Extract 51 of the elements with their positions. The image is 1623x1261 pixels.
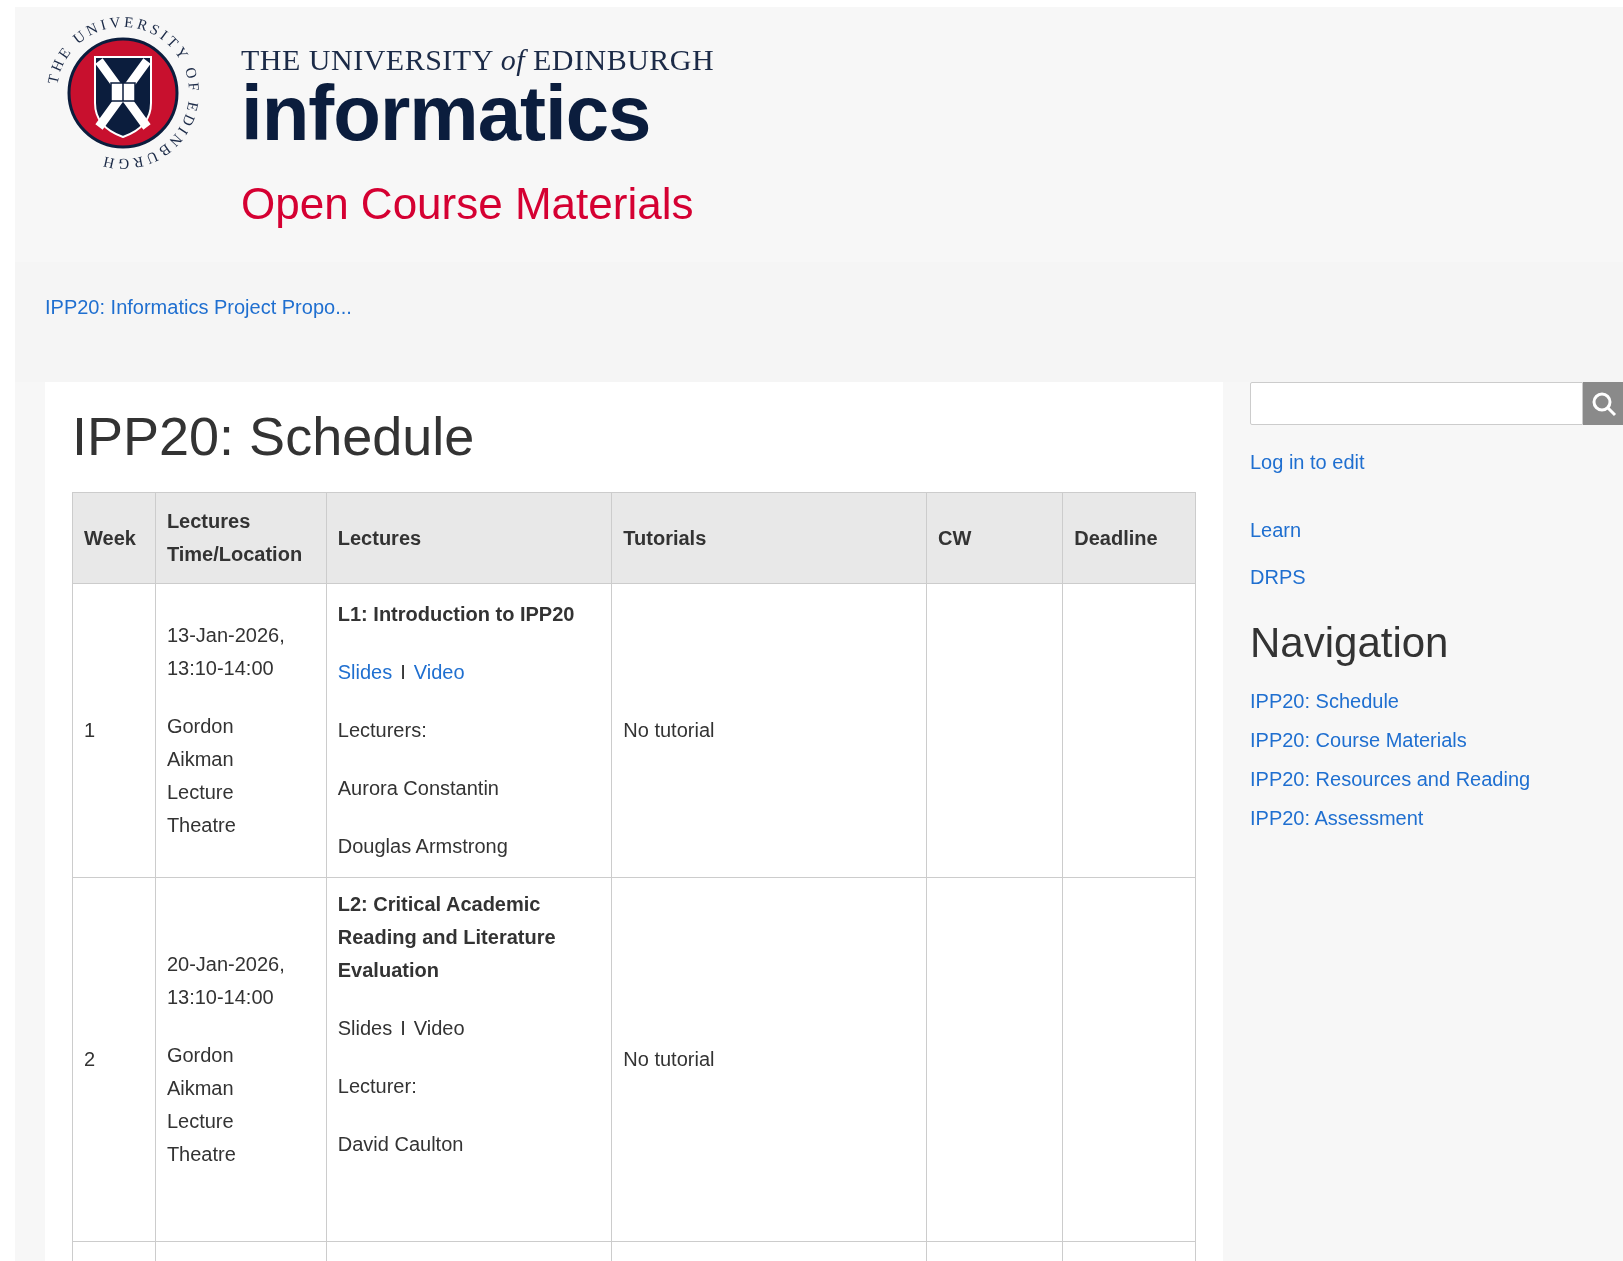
lecture-date: 20-Jan-2026, bbox=[166, 952, 286, 977]
column-header: Deadline bbox=[1062, 492, 1196, 584]
lecture-title: L2: Critical Academic Reading and Literature Evaluation bbox=[337, 892, 557, 983]
resource-label: I bbox=[400, 1016, 406, 1041]
column-header: Lectures bbox=[326, 492, 612, 584]
column-header: Week bbox=[72, 492, 156, 584]
lecture-location: Gordon bbox=[166, 714, 235, 739]
lecture-text: Lecturer: bbox=[337, 1074, 418, 1099]
lecture-location: Gordon bbox=[166, 1043, 235, 1068]
resource-label: I bbox=[400, 660, 406, 685]
lecture-location: Lecture bbox=[166, 1109, 235, 1134]
lecture-title: L1: Introduction to IPP20 bbox=[337, 602, 576, 627]
table-cell: No tutorial bbox=[611, 877, 927, 1242]
lecture-text: Aurora Constantin bbox=[337, 776, 500, 801]
sidebar-link[interactable]: Learn bbox=[1250, 515, 1623, 545]
navigation-link[interactable]: IPP20: Course Materials bbox=[1250, 725, 1623, 755]
sidebar-link[interactable]: DRPS bbox=[1250, 562, 1623, 592]
department-name: informatics bbox=[241, 77, 651, 149]
lecture-text: Douglas Armstrong bbox=[337, 834, 509, 859]
lecture-time: 13:10-14:00 bbox=[166, 656, 275, 681]
table-cell: 2 bbox=[72, 877, 156, 1242]
university-name: THE UNIVERSITY of EDINBURGH bbox=[241, 43, 715, 77]
lecture-date: 13-Jan-2026, bbox=[166, 623, 286, 648]
lecture-location: Lecture bbox=[166, 780, 235, 805]
lecture-location: Theatre bbox=[166, 813, 237, 838]
search-icon bbox=[1591, 390, 1617, 417]
table-cell: 1 bbox=[72, 583, 156, 878]
resource-link[interactable]: Video bbox=[413, 656, 465, 689]
navigation-heading: Navigation bbox=[1250, 618, 1450, 668]
resource-label: Slides bbox=[337, 1016, 393, 1041]
column-header: Tutorials bbox=[611, 492, 927, 584]
site-name: Open Course Materials bbox=[241, 179, 695, 229]
column-header: CW bbox=[926, 492, 1063, 584]
navigation-link[interactable]: IPP20: Resources and Reading bbox=[1250, 764, 1623, 794]
navigation-link[interactable]: IPP20: Schedule bbox=[1250, 686, 1623, 716]
breadcrumb-link[interactable]: IPP20: Informatics Project Propo... bbox=[45, 296, 352, 318]
lecture-location: Aikman bbox=[166, 1076, 235, 1101]
page-title: IPP20: Schedule bbox=[72, 405, 476, 468]
table-cell: No tutorial bbox=[611, 583, 927, 878]
lecture-location: Aikman bbox=[166, 747, 235, 772]
login-link[interactable]: Log in to edit bbox=[1250, 447, 1623, 477]
search-button[interactable] bbox=[1583, 382, 1623, 425]
resource-link[interactable]: Slides bbox=[337, 656, 393, 689]
lecture-text: David Caulton bbox=[337, 1132, 465, 1157]
navigation-link[interactable]: IPP20: Assessment bbox=[1250, 803, 1623, 833]
column-header: Lectures Time/Location bbox=[155, 492, 327, 584]
search-field[interactable] bbox=[1250, 382, 1583, 425]
resource-label: Video bbox=[413, 1016, 465, 1041]
lecture-location: Theatre bbox=[166, 1142, 237, 1167]
lecture-text: Lecturers: bbox=[337, 718, 428, 743]
lecture-time: 13:10-14:00 bbox=[166, 985, 275, 1010]
